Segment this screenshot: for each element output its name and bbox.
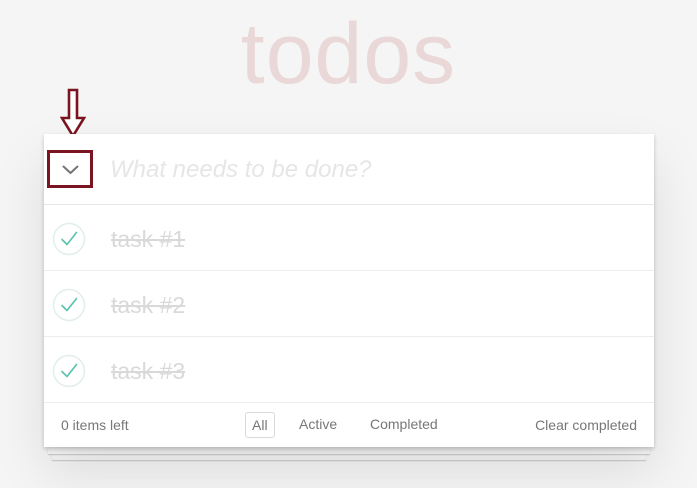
toggle-all-button[interactable] (47, 150, 93, 188)
items-left-count: 0 items left (61, 417, 129, 433)
todo-item: task #2 (44, 271, 654, 337)
todo-list: task #1 task #2 task #3 (44, 205, 654, 403)
todo-label[interactable]: task #2 (111, 291, 185, 319)
todo-label[interactable]: task #1 (111, 225, 185, 253)
todo-footer: 0 items left All Active Completed Clear … (44, 403, 654, 447)
filter-completed-link[interactable]: Completed (370, 412, 438, 436)
app-title: todos (240, 6, 457, 102)
checkmark-circle-icon[interactable] (52, 222, 86, 256)
todo-label[interactable]: task #3 (111, 357, 185, 385)
stack-shadow (48, 448, 650, 454)
todo-item: task #1 (44, 205, 654, 271)
new-todo-input[interactable] (110, 150, 630, 190)
todo-panel: task #1 task #2 task #3 0 items left All… (44, 134, 654, 447)
chevron-down-icon (62, 165, 79, 174)
filter-active-link[interactable]: Active (299, 412, 337, 436)
clear-completed-button[interactable]: Clear completed (535, 417, 637, 433)
down-arrow-icon (60, 88, 86, 138)
filter-all-link[interactable]: All (245, 412, 275, 438)
todo-item: task #3 (44, 337, 654, 403)
checkmark-circle-icon[interactable] (52, 354, 86, 388)
checkmark-circle-icon[interactable] (52, 288, 86, 322)
new-todo-row (44, 134, 654, 205)
